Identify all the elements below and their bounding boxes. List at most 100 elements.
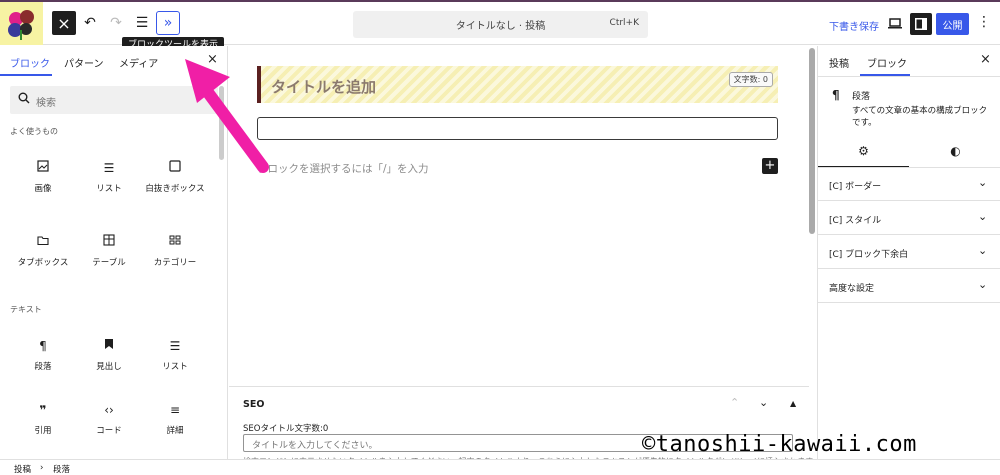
block-category[interactable]: カテゴリー <box>142 234 208 269</box>
active-tab-indicator <box>0 74 52 76</box>
panel-block-margin[interactable]: [C] ブロック下余白 ⌄ <box>818 236 1000 269</box>
tab-post[interactable]: 投稿 <box>829 55 849 70</box>
block-placeholder[interactable]: ブロックを選択するには「/」を入力 <box>257 161 429 176</box>
show-block-tools-button[interactable]: » <box>156 11 180 35</box>
search-icon <box>18 92 30 104</box>
seo-field-label: SEOタイトル文字数:0 <box>243 424 329 434</box>
site-logo[interactable] <box>0 2 43 45</box>
chevron-down-icon: ⌄ <box>978 244 988 257</box>
block-paragraph[interactable]: ¶ 段落 <box>10 338 76 373</box>
list-icon: ☰ <box>103 161 115 175</box>
redo-button[interactable]: ↷ <box>104 11 128 35</box>
block-list-2[interactable]: ☰ リスト <box>142 338 208 373</box>
code-icon: ‹› <box>104 403 114 417</box>
chevron-up-icon: ⌃ <box>730 396 740 409</box>
styles-tab-button[interactable]: ◐ <box>910 144 1000 166</box>
block-label: 見出し <box>96 362 122 372</box>
more-vertical-icon: ⋮ <box>977 14 991 30</box>
block-image[interactable]: 画像 <box>10 160 76 195</box>
list-icon: ☰ <box>169 339 181 353</box>
block-label: 画像 <box>34 184 52 194</box>
save-draft-button[interactable]: 下書き保存 <box>829 18 879 33</box>
breadcrumb-post[interactable]: 投稿 <box>14 463 31 475</box>
list-view-icon: ☰ <box>135 15 149 31</box>
tab-block[interactable]: ブロック <box>867 55 907 70</box>
block-table[interactable]: テーブル <box>76 234 142 269</box>
block-code[interactable]: ‹› コード <box>76 402 142 437</box>
undo-button[interactable]: ↶ <box>78 11 102 35</box>
tab-blocks[interactable]: ブロック <box>10 55 50 70</box>
section-label-text: テキスト <box>10 305 42 314</box>
chevron-down-icon: ⌄ <box>978 176 988 189</box>
block-label: コード <box>96 426 122 436</box>
category-icon <box>142 234 208 250</box>
settings-sidebar: 投稿 ブロック × ¶ 段落 すべての文章の基本の構成ブロックです。 ⚙ ◐ [… <box>817 46 1000 459</box>
block-label: テーブル <box>92 258 126 268</box>
gear-icon: ⚙ <box>858 144 869 158</box>
add-block-button[interactable]: + <box>762 158 778 174</box>
search-placeholder: 検索 <box>36 98 56 109</box>
char-count-badge: 文字数: 0 <box>728 72 773 87</box>
document-overview-button[interactable]: ☰ <box>130 11 154 35</box>
toggle-panel-button[interactable]: ▲ <box>790 399 796 408</box>
editor-canvas: タイトルを追加 文字数: 0 ブロックを選択するには「/」を入力 + SEO ⌃… <box>229 46 820 466</box>
panel-label: [C] ボーダー <box>829 182 882 192</box>
close-inserter-button[interactable]: × <box>52 11 76 35</box>
canvas-scrollbar[interactable] <box>809 48 815 234</box>
publish-button[interactable]: 公開 <box>936 13 969 35</box>
block-quote[interactable]: ❞ 引用 <box>10 402 76 437</box>
block-details[interactable]: ≡ 詳細 <box>142 402 208 437</box>
panel-label: [C] ブロック下余白 <box>829 250 909 260</box>
block-label: 引用 <box>34 426 52 436</box>
block-label: 白抜きボックス <box>145 184 205 194</box>
block-heading[interactable]: 見出し <box>76 338 142 373</box>
divider <box>818 76 1000 77</box>
undo-icon: ↶ <box>84 15 96 31</box>
paragraph-icon: ¶ <box>832 88 840 102</box>
folder-icon <box>10 234 76 250</box>
settings-toggle-button[interactable] <box>910 13 932 35</box>
block-label: 段落 <box>34 362 52 372</box>
block-label: リスト <box>96 184 122 194</box>
image-icon <box>10 160 76 176</box>
options-menu-button[interactable]: ⋮ <box>977 14 991 30</box>
redo-icon: ↷ <box>110 15 122 31</box>
chevron-double-right-icon: » <box>163 15 173 31</box>
block-list[interactable]: ☰ リスト <box>76 160 142 195</box>
move-up-button[interactable]: ⌃ <box>730 396 739 409</box>
post-title-field[interactable]: タイトルを追加 文字数: 0 <box>257 66 778 103</box>
chevron-down-icon: ⌄ <box>759 396 769 409</box>
document-title: タイトルなし · 投稿 <box>455 21 546 32</box>
paragraph-icon: ¶ <box>39 339 47 353</box>
seo-input-placeholder: タイトルを入力してください。 <box>252 441 378 451</box>
panel-label: 高度な設定 <box>829 284 875 294</box>
block-label: タブボックス <box>17 258 69 268</box>
settings-tab-button[interactable]: ⚙ <box>818 144 909 166</box>
desktop-icon <box>888 18 902 29</box>
seo-title: SEO <box>243 399 265 410</box>
panel-style[interactable]: [C] スタイル ⌄ <box>818 202 1000 235</box>
close-settings-button[interactable]: × <box>980 52 991 67</box>
watermark: ©tanoshii-kawaii.com <box>642 432 917 457</box>
contrast-icon: ◐ <box>950 144 961 158</box>
shortcut-hint: Ctrl+K <box>609 18 639 28</box>
block-label: 詳細 <box>166 426 184 436</box>
close-icon: × <box>980 52 991 67</box>
block-label: カテゴリー <box>153 258 197 268</box>
plus-icon: + <box>764 158 776 173</box>
breadcrumb-paragraph[interactable]: 段落 <box>53 463 70 475</box>
chevron-down-icon: ⌄ <box>978 210 988 223</box>
details-icon: ≡ <box>169 403 181 417</box>
block-breadcrumb: 投稿 › 段落 <box>0 459 1000 475</box>
panel-label: [C] スタイル <box>829 216 882 226</box>
panel-advanced[interactable]: 高度な設定 ⌄ <box>818 270 1000 303</box>
move-down-button[interactable]: ⌄ <box>759 396 768 409</box>
tab-patterns[interactable]: パターン <box>64 55 104 70</box>
block-label: リスト <box>162 362 188 372</box>
block-tab-box[interactable]: タブボックス <box>10 234 76 269</box>
tab-media[interactable]: メディア <box>119 55 158 70</box>
preview-button[interactable] <box>884 13 906 35</box>
selected-empty-block[interactable] <box>257 117 778 140</box>
command-palette-button[interactable]: タイトルなし · 投稿 Ctrl+K <box>353 11 648 38</box>
panel-border[interactable]: [C] ボーダー ⌄ <box>818 168 1000 201</box>
